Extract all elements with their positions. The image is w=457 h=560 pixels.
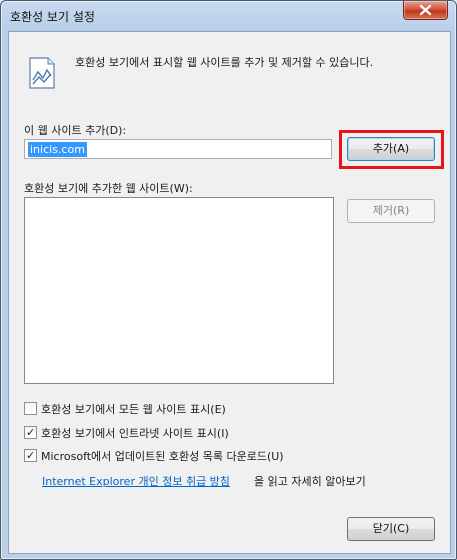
add-site-input-value: inicis.com	[28, 142, 87, 157]
option-label-intranet[interactable]: 호환성 보기에서 인트라넷 사이트 표시(I)	[41, 425, 229, 441]
compatibility-view-icon	[29, 57, 55, 89]
add-site-label: 이 웹 사이트 추가(D):	[24, 124, 127, 137]
annotation-highlight-box	[339, 130, 444, 169]
close-window-button[interactable]	[403, 1, 448, 20]
option-checkbox-all-sites[interactable]	[24, 402, 37, 415]
option-checkbox-download-list[interactable]: ✓	[24, 449, 37, 462]
window-title: 호환성 보기 설정	[10, 10, 95, 24]
title-bar[interactable]: 호환성 보기 설정	[1, 1, 456, 31]
dialog-body: 호환성 보기에서 표시할 웹 사이트를 추가 및 제거할 수 있습니다. 이 웹…	[8, 31, 451, 554]
option-label-download-list[interactable]: Microsoft에서 업데이트된 호환성 목록 다운로드(U)	[41, 448, 284, 464]
option-checkbox-intranet[interactable]: ✓	[24, 426, 37, 439]
remove-button[interactable]: 제거(R)	[347, 199, 435, 223]
checkmark-icon: ✓	[26, 426, 36, 439]
dialog-window: 호환성 보기 설정 호환성 보기에서 표시할 웹 사이트를 추가 및 제거할 수…	[0, 0, 457, 560]
privacy-tail-text: 을 읽고 자세히 알아보기	[254, 475, 366, 488]
privacy-policy-link[interactable]: Internet Explorer 개인 정보 취급 방침	[42, 473, 230, 489]
close-icon	[419, 4, 432, 16]
add-site-input[interactable]: inicis.com	[24, 139, 332, 159]
option-label-all-sites[interactable]: 호환성 보기에서 모든 웹 사이트 표시(E)	[41, 401, 226, 417]
site-list-label: 호환성 보기에 추가한 웹 사이트(W):	[24, 182, 193, 195]
header-description: 호환성 보기에서 표시할 웹 사이트를 추가 및 제거할 수 있습니다.	[75, 56, 374, 69]
checkmark-icon: ✓	[26, 449, 36, 462]
site-list[interactable]	[24, 197, 334, 384]
close-button[interactable]: 닫기(C)	[347, 517, 435, 541]
